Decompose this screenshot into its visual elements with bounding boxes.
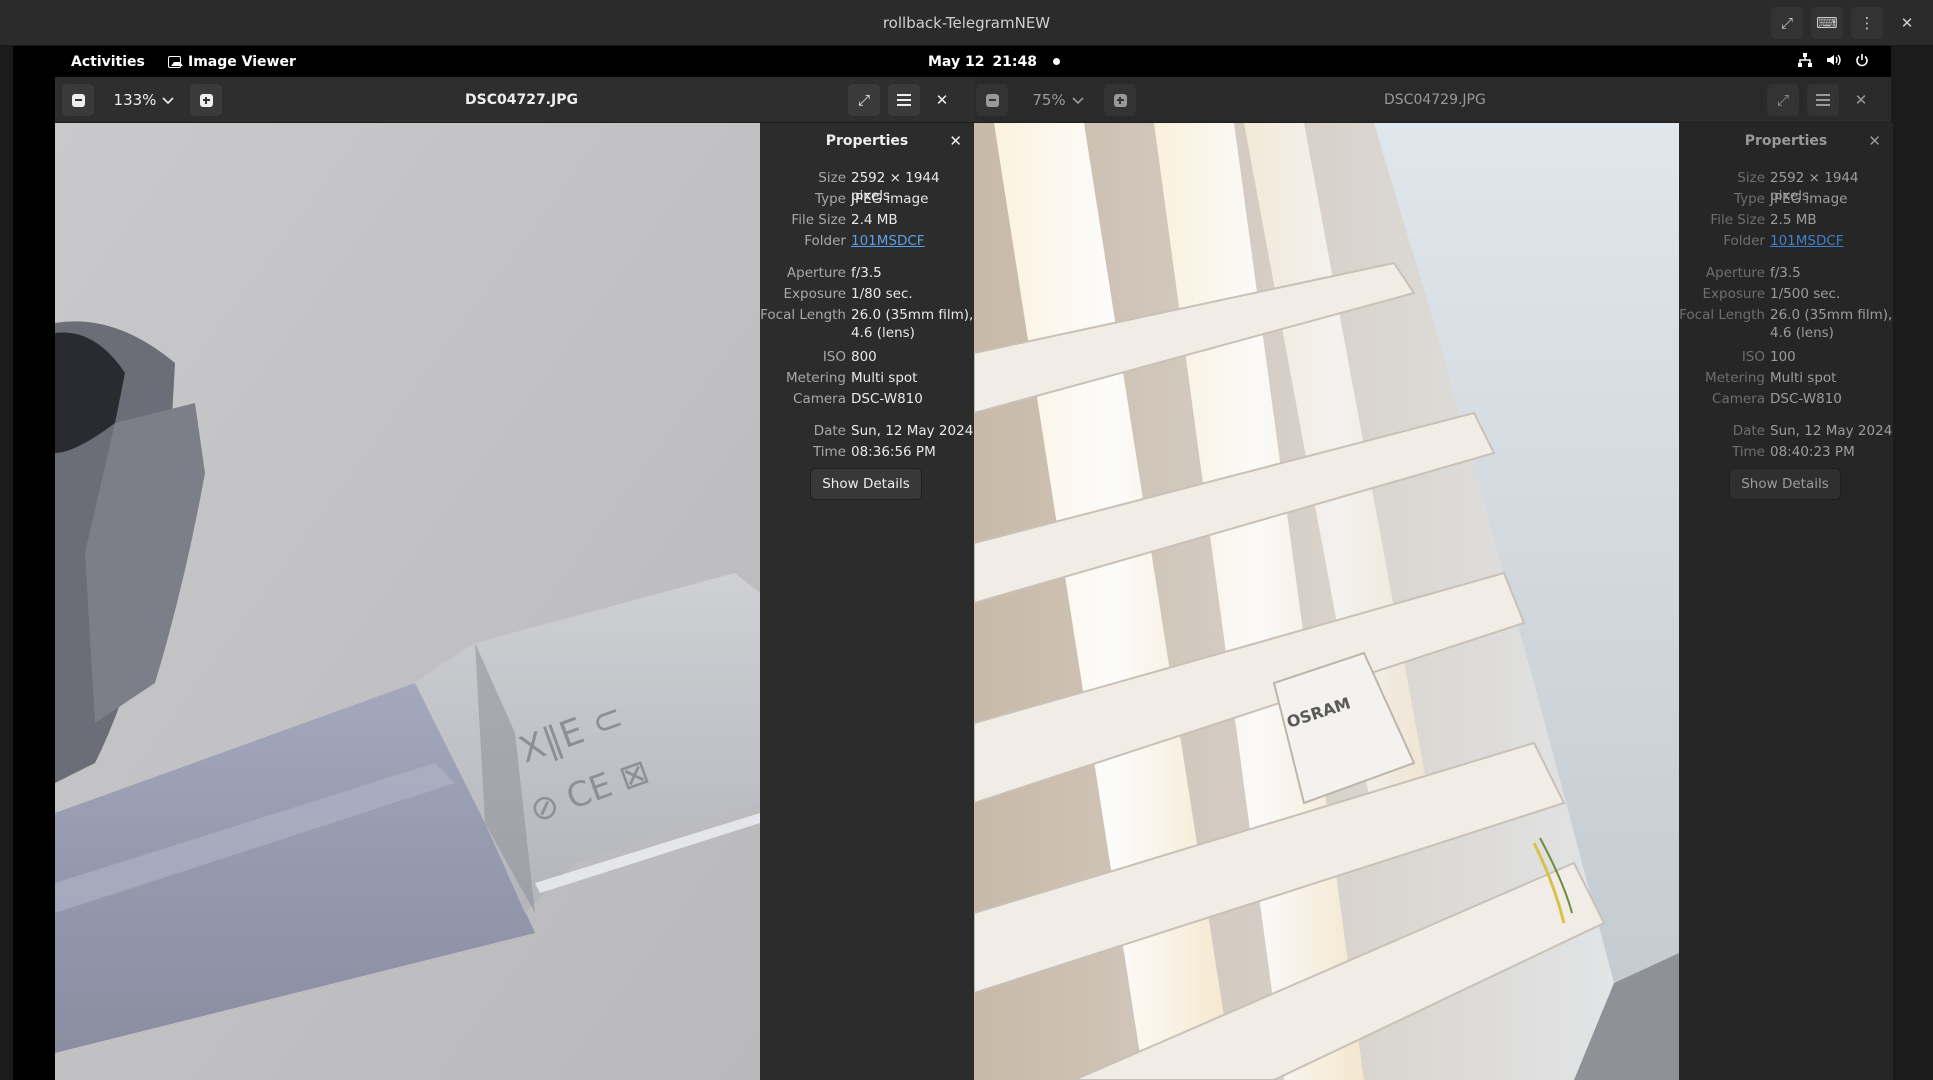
zoom-out-icon [71, 93, 85, 107]
close-properties-icon[interactable]: ✕ [1868, 132, 1881, 150]
properties-title: Properties [1744, 133, 1828, 149]
kebab-menu-icon[interactable]: ⋮ [1851, 7, 1883, 39]
zoom-in-icon [199, 93, 213, 107]
system-tray[interactable] [1798, 52, 1869, 71]
clock[interactable]: May 12 21:48 [928, 54, 1037, 70]
show-details-button[interactable]: Show Details [1729, 468, 1841, 500]
properties-panel: Properties ✕ Size 2592 × 1944 pixels Typ… [760, 123, 974, 1080]
image-canvas[interactable]: OSRAM [974, 123, 1679, 1080]
host-window-controls: ⤢ ⌨ ⋮ ✕ [1771, 7, 1923, 39]
zoom-level: 133% [113, 91, 157, 109]
close-window-button[interactable]: ✕ [926, 84, 958, 116]
host-titlebar: rollback-TelegramNEW ⤢ ⌨ ⋮ ✕ [0, 0, 1933, 46]
folder-link[interactable]: 101MSDCF [851, 232, 974, 250]
gnome-top-bar: Activities Image Viewer May 12 21:48 [13, 46, 1891, 77]
chevron-down-icon [1072, 91, 1084, 109]
hamburger-menu-icon [1816, 94, 1830, 106]
activities-button[interactable]: Activities [71, 54, 145, 70]
frame-right-border [1891, 46, 1933, 1080]
zoom-in-button[interactable] [1104, 84, 1136, 116]
hamburger-menu-icon [897, 94, 911, 106]
fullscreen-icon: ⤢ [1776, 91, 1789, 109]
main-menu-button[interactable] [1807, 84, 1839, 116]
zoom-level-dropdown[interactable]: 75% [1014, 84, 1102, 116]
power-icon [1855, 53, 1869, 71]
notification-dot-icon [1053, 58, 1060, 65]
host-window-title: rollback-TelegramNEW [882, 13, 1051, 32]
fullscreen-button[interactable]: ⤢ [848, 84, 880, 116]
close-icon: ✕ [1854, 91, 1868, 109]
fullscreen-icon: ⤢ [857, 91, 870, 109]
close-window-button[interactable]: ✕ [1845, 84, 1877, 116]
clock-time: 21:48 [992, 53, 1038, 70]
zoom-in-button[interactable] [190, 84, 222, 116]
app-name: Image Viewer [188, 53, 296, 70]
zoom-level-dropdown[interactable]: 133% [100, 84, 188, 116]
network-icon [1798, 52, 1812, 71]
image-viewer-window-left: 133% DSC04727.JPG ⤢ ✕ X‖E ⊂ ⊘ CE ⊠ Prope… [55, 77, 974, 1080]
close-icon[interactable]: ✕ [1891, 7, 1923, 39]
window-title: DSC04727.JPG [465, 92, 578, 108]
zoom-out-button[interactable] [976, 84, 1008, 116]
properties-panel: Properties ✕ Size 2592 × 1944 pixels Typ… [1679, 123, 1893, 1080]
show-details-button[interactable]: Show Details [810, 468, 922, 500]
zoom-out-icon [985, 93, 999, 107]
properties-title: Properties [825, 133, 909, 149]
main-menu-button[interactable] [888, 84, 920, 116]
fullscreen-button[interactable]: ⤢ [1767, 84, 1799, 116]
image-viewer-icon [168, 55, 183, 68]
app-menu[interactable]: Image Viewer [168, 54, 296, 70]
volume-icon [1826, 53, 1841, 71]
keyboard-icon[interactable]: ⌨ [1811, 7, 1843, 39]
zoom-out-button[interactable] [62, 84, 94, 116]
frame-left-border [0, 46, 13, 1080]
folder-link[interactable]: 101MSDCF [1770, 232, 1893, 250]
fullscreen-icon[interactable]: ⤢ [1771, 7, 1803, 39]
close-properties-icon[interactable]: ✕ [949, 132, 962, 150]
zoom-in-icon [1113, 93, 1127, 107]
viewer-headerbar: 133% DSC04727.JPG ⤢ ✕ [55, 77, 974, 123]
image-viewer-window-right: 75% DSC04729.JPG ⤢ ✕ OSRAM Properties ✕ … [974, 77, 1893, 1080]
viewer-headerbar: 75% DSC04729.JPG ⤢ ✕ [974, 77, 1891, 123]
photo-osram-lamp: OSRAM [974, 123, 1679, 1080]
image-canvas[interactable]: X‖E ⊂ ⊘ CE ⊠ [55, 123, 760, 1080]
window-title: DSC04729.JPG [1384, 92, 1486, 108]
photo-usb-cable: X‖E ⊂ ⊘ CE ⊠ [55, 123, 760, 1080]
close-icon: ✕ [935, 91, 949, 109]
chevron-down-icon [162, 91, 175, 109]
zoom-level: 75% [1032, 91, 1066, 109]
clock-date: May 12 [928, 53, 985, 70]
